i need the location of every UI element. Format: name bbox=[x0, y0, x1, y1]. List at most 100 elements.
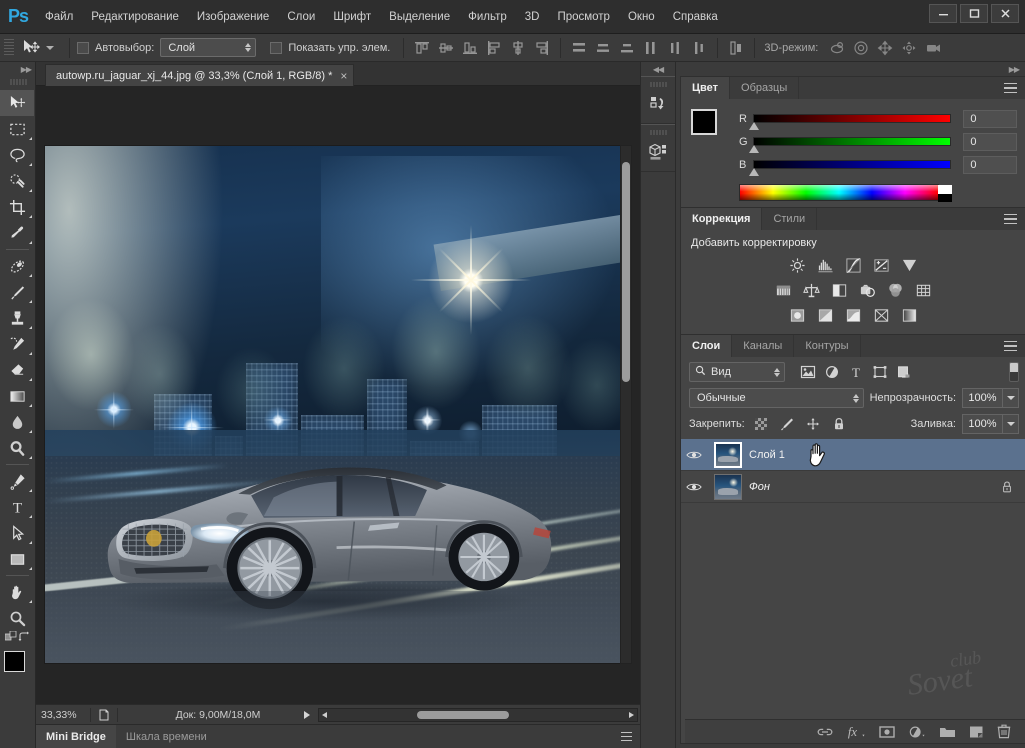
new-adjustment-layer-icon[interactable] bbox=[908, 725, 926, 739]
foreground-color-swatch[interactable] bbox=[691, 109, 717, 135]
color-balance-icon[interactable] bbox=[800, 280, 822, 300]
slider-track-g[interactable] bbox=[748, 137, 952, 153]
panel-menu-icon[interactable] bbox=[1004, 212, 1020, 226]
canvas-horizontal-scroll-thumb[interactable] bbox=[417, 710, 509, 719]
foreground-color-swatch[interactable] bbox=[4, 651, 25, 672]
spectrum-endpoints[interactable] bbox=[938, 185, 952, 202]
toolbar-grip[interactable] bbox=[8, 77, 27, 87]
orbit-3d-icon[interactable] bbox=[826, 37, 848, 59]
brightness-contrast-icon[interactable] bbox=[786, 255, 808, 275]
distribute-bottom-edges-icon[interactable] bbox=[616, 37, 638, 59]
lock-transparent-pixels-icon[interactable] bbox=[751, 415, 771, 433]
distribute-right-edges-icon[interactable] bbox=[688, 37, 710, 59]
blur-tool[interactable] bbox=[0, 409, 34, 435]
document-tab[interactable]: autowp.ru_jaguar_xj_44.jpg @ 33,3% (Слой… bbox=[45, 64, 355, 86]
filter-adjustment-layers-icon[interactable] bbox=[821, 362, 843, 382]
align-bottom-edges-icon[interactable] bbox=[459, 37, 481, 59]
crop-tool[interactable] bbox=[0, 194, 34, 220]
scroll-right-icon[interactable] bbox=[629, 711, 634, 718]
menu-window[interactable]: Окно bbox=[619, 0, 664, 34]
layer-thumbnail-cell[interactable] bbox=[707, 441, 749, 468]
camera-3d-icon[interactable] bbox=[922, 37, 944, 59]
rectangle-shape-tool[interactable] bbox=[0, 546, 34, 572]
tab-timeline[interactable]: Шкала времени bbox=[116, 725, 217, 748]
threshold-icon[interactable] bbox=[842, 305, 864, 325]
eyedropper-tool[interactable] bbox=[0, 220, 34, 246]
canvas-vertical-scroll-thumb[interactable] bbox=[622, 162, 630, 382]
lock-all-icon[interactable] bbox=[829, 415, 849, 433]
minimize-button[interactable] bbox=[929, 4, 957, 23]
dock-grip[interactable] bbox=[649, 80, 667, 88]
color-spectrum-ramp[interactable] bbox=[739, 184, 952, 202]
dodge-tool[interactable] bbox=[0, 435, 34, 461]
delete-layer-icon[interactable] bbox=[997, 724, 1011, 739]
tab-styles[interactable]: Стили bbox=[762, 208, 818, 230]
align-vertical-centers-icon[interactable] bbox=[435, 37, 457, 59]
pen-tool[interactable] bbox=[0, 468, 34, 494]
filter-enable-toggle[interactable] bbox=[1009, 362, 1019, 382]
hue-saturation-icon[interactable] bbox=[772, 280, 794, 300]
canvas-vertical-scrollbar[interactable] bbox=[620, 145, 632, 664]
menu-type[interactable]: Шрифт bbox=[324, 0, 380, 34]
tab-mini-bridge[interactable]: Mini Bridge bbox=[36, 724, 116, 748]
blend-mode-dropdown[interactable]: Обычные bbox=[689, 388, 864, 408]
layer-row-background[interactable]: Фон bbox=[681, 471, 1025, 503]
layer-thumbnail-cell[interactable] bbox=[707, 473, 749, 500]
slider-knob-b[interactable] bbox=[748, 168, 759, 176]
menu-layers[interactable]: Слои bbox=[278, 0, 324, 34]
document-canvas[interactable] bbox=[44, 145, 621, 664]
slider-knob-g[interactable] bbox=[748, 145, 759, 153]
canvas-area[interactable] bbox=[36, 86, 640, 704]
menu-view[interactable]: Просмотр bbox=[548, 0, 619, 34]
status-expand-icon[interactable] bbox=[304, 710, 310, 719]
eraser-tool[interactable] bbox=[0, 357, 34, 383]
filter-type-layers-icon[interactable]: T bbox=[845, 362, 867, 382]
tab-color[interactable]: Цвет bbox=[681, 77, 731, 99]
close-button[interactable] bbox=[991, 4, 1019, 23]
new-group-icon[interactable] bbox=[939, 725, 956, 739]
menu-select[interactable]: Выделение bbox=[380, 0, 459, 34]
dock-grip[interactable] bbox=[649, 128, 667, 136]
layer-filter-type-dropdown[interactable]: Вид bbox=[689, 362, 785, 382]
spot-healing-brush-tool[interactable] bbox=[0, 253, 34, 279]
expand-panels-icon[interactable]: ◀◀ bbox=[641, 62, 675, 76]
default-colors-icon[interactable] bbox=[4, 630, 17, 646]
properties-3d-panel-icon[interactable] bbox=[641, 138, 675, 166]
move-tool[interactable] bbox=[0, 90, 34, 116]
canvas-horizontal-scrollbar[interactable] bbox=[318, 707, 638, 722]
auto-align-layers-icon[interactable] bbox=[725, 37, 747, 59]
tab-channels[interactable]: Каналы bbox=[732, 335, 795, 357]
scroll-left-icon[interactable] bbox=[322, 711, 327, 718]
slider-track-r[interactable] bbox=[748, 114, 952, 130]
slider-value-b[interactable]: 0 bbox=[963, 155, 1017, 174]
distribute-horizontal-centers-icon[interactable] bbox=[664, 37, 686, 59]
tab-layers[interactable]: Слои bbox=[681, 335, 733, 357]
align-horizontal-centers-icon[interactable] bbox=[507, 37, 529, 59]
tool-preset-chevron-down-icon[interactable] bbox=[46, 45, 54, 50]
move-tool-icon[interactable] bbox=[18, 37, 44, 59]
quick-selection-tool[interactable] bbox=[0, 168, 34, 194]
menu-file[interactable]: Файл bbox=[36, 0, 82, 34]
invert-icon[interactable] bbox=[786, 305, 808, 325]
curves-icon[interactable] bbox=[842, 255, 864, 275]
path-selection-tool[interactable] bbox=[0, 520, 34, 546]
options-bar-grip[interactable] bbox=[4, 38, 14, 57]
fill-chevron-down-icon[interactable] bbox=[1002, 414, 1019, 434]
filter-shape-layers-icon[interactable] bbox=[869, 362, 891, 382]
black-white-icon[interactable] bbox=[828, 280, 850, 300]
document-preview-icon[interactable] bbox=[91, 709, 117, 721]
opacity-field[interactable]: 100% bbox=[962, 388, 1019, 408]
layer-style-fx-icon[interactable]: fx bbox=[846, 724, 866, 739]
lock-image-pixels-icon[interactable] bbox=[777, 415, 797, 433]
brush-tool[interactable] bbox=[0, 279, 34, 305]
type-tool[interactable]: T bbox=[0, 494, 34, 520]
slider-value-r[interactable]: 0 bbox=[963, 109, 1017, 128]
menu-help[interactable]: Справка bbox=[664, 0, 727, 34]
menu-edit[interactable]: Редактирование bbox=[82, 0, 188, 34]
auto-select-checkbox[interactable] bbox=[77, 41, 89, 54]
gradient-tool[interactable] bbox=[0, 383, 34, 409]
zoom-tool[interactable] bbox=[0, 605, 34, 631]
rectangular-marquee-tool[interactable] bbox=[0, 116, 34, 142]
opacity-value[interactable]: 100% bbox=[962, 388, 1002, 408]
levels-icon[interactable] bbox=[814, 255, 836, 275]
